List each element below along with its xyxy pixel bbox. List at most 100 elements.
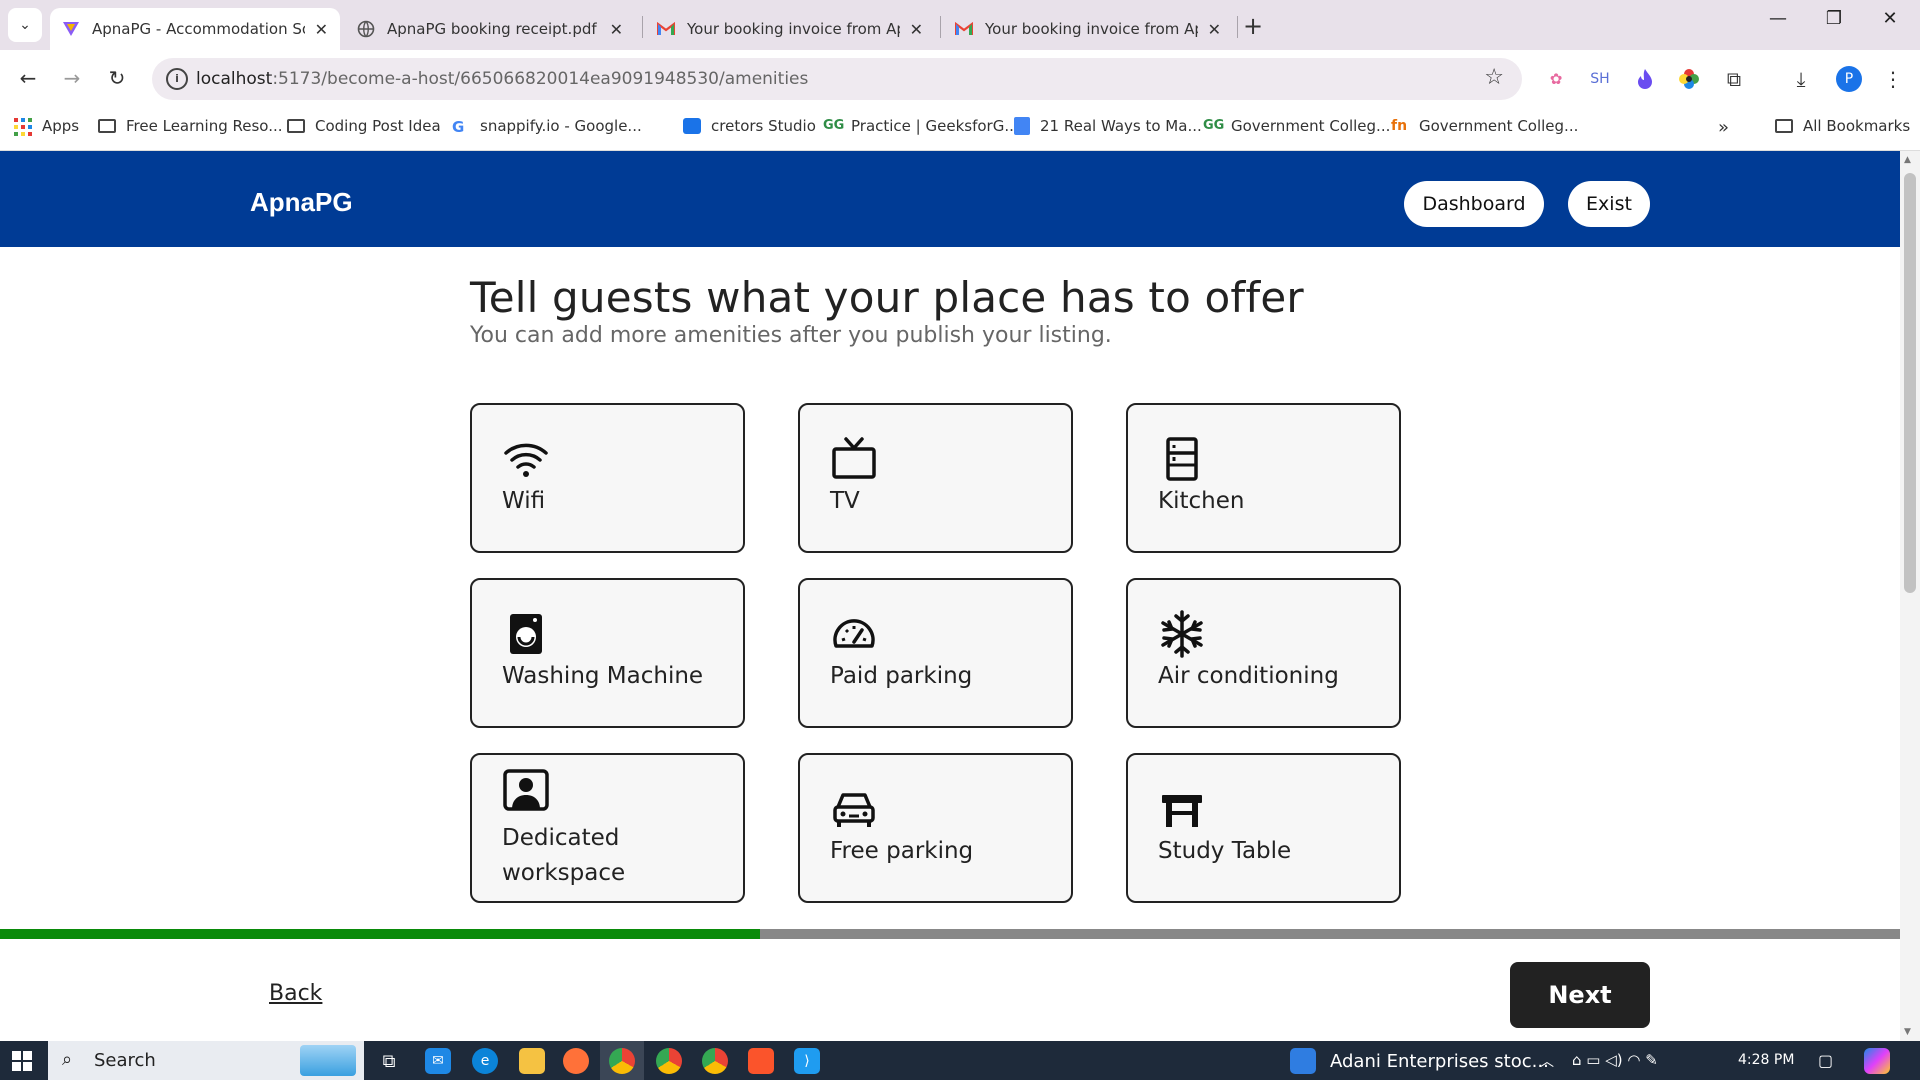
tab-bar: ⌄ ApnaPG - Accommodation Solu ✕ ApnaPG b… (0, 0, 1920, 50)
lotus-extension-icon[interactable]: ✿ (1543, 66, 1569, 92)
bookmark-cretors-studio[interactable]: cretors Studio (683, 117, 816, 135)
close-tab-icon[interactable]: ✕ (910, 20, 923, 39)
puzzle-extensions-icon[interactable]: ⧉ (1721, 66, 1747, 92)
bookmark-snappify[interactable]: G snappify.io - Google... (452, 117, 642, 136)
bookmark-free-learning[interactable]: Free Learning Reso... (98, 117, 283, 135)
back-arrow-icon[interactable]: ← (14, 64, 42, 92)
bookmark-label: Practice | GeeksforG... (851, 117, 1019, 135)
bookmark-star-icon[interactable]: ☆ (1484, 65, 1504, 90)
tab-invoice-1[interactable]: Your booking invoice from Apn ✕ (645, 8, 935, 50)
app-logo[interactable]: ApnaPG (250, 187, 353, 218)
tab-title: Your booking invoice from Apn (985, 20, 1198, 38)
bookmark-label: Free Learning Reso... (126, 117, 283, 135)
edge-icon[interactable]: e (472, 1048, 498, 1074)
flame-extension-icon[interactable] (1632, 66, 1658, 92)
tray-chevron-icon[interactable]: ︿ (1540, 1051, 1554, 1071)
close-window-icon[interactable]: ✕ (1870, 8, 1910, 29)
gmail-icon (955, 20, 973, 38)
task-view-icon[interactable]: ⧉ (376, 1048, 402, 1074)
scroll-up-icon[interactable]: ▲ (1904, 155, 1911, 165)
minimize-icon[interactable]: — (1758, 8, 1798, 29)
sh-extension-icon[interactable]: SH (1587, 66, 1613, 92)
car-icon (833, 793, 875, 827)
profile-avatar[interactable]: P (1836, 66, 1862, 92)
workspace-icon (503, 769, 549, 811)
more-bookmarks-chevron-icon[interactable]: » (1718, 117, 1729, 138)
windows-start-icon[interactable] (12, 1051, 32, 1071)
restore-icon[interactable]: ❐ (1814, 8, 1854, 29)
file-explorer-icon[interactable] (519, 1048, 545, 1074)
download-icon[interactable]: ⤓ (1788, 66, 1814, 92)
close-tab-icon[interactable]: ✕ (315, 20, 328, 39)
new-tab-button[interactable]: + (1243, 12, 1263, 40)
tab-apnapg[interactable]: ApnaPG - Accommodation Solu ✕ (50, 8, 340, 50)
firefox-icon[interactable] (563, 1048, 589, 1074)
kitchen-icon (1166, 437, 1198, 481)
bookmark-government-college-2[interactable]: fn Government Colleg... (1391, 117, 1578, 135)
chrome-icon[interactable] (609, 1048, 635, 1074)
bookmark-government-college-1[interactable]: GG Government Colleg... (1203, 117, 1390, 135)
back-link[interactable]: Back (269, 981, 322, 1006)
tab-search-button[interactable]: ⌄ (8, 8, 42, 42)
url-text[interactable]: localhost:5173/become-a-host/66506682001… (196, 69, 808, 89)
amenity-card-paid-parking[interactable]: Paid parking (798, 578, 1073, 728)
notification-icon[interactable]: ▢ (1818, 1051, 1833, 1070)
exit-button[interactable]: Exist (1568, 181, 1650, 227)
page-title: Tell guests what your place has to offer (470, 273, 1304, 322)
bookmark-geeksforgeeks[interactable]: GG Practice | GeeksforG... (823, 117, 1019, 135)
amenity-card-tv[interactable]: TV (798, 403, 1073, 553)
amenity-card-kitchen[interactable]: Kitchen (1126, 403, 1401, 553)
chrome-alt-icon[interactable] (702, 1048, 728, 1074)
amenity-card-dedicated-workspace[interactable]: Dedicated workspace (470, 753, 745, 903)
amenity-card-air-conditioning[interactable]: Air conditioning (1126, 578, 1401, 728)
bookmark-all-bookmarks[interactable]: All Bookmarks (1775, 117, 1910, 135)
brave-icon[interactable] (748, 1048, 774, 1074)
address-bar: ← → ↻ i localhost:5173/become-a-host/665… (0, 50, 1920, 107)
close-tab-icon[interactable]: ✕ (610, 20, 623, 39)
bookmark-coding-post[interactable]: Coding Post Idea (287, 117, 441, 135)
taskbar-search-label: Search (94, 1050, 156, 1071)
tray-status-icons[interactable]: ⌂ ▭ ◁) ◠ ✎ (1572, 1051, 1658, 1069)
scroll-down-icon[interactable]: ▼ (1904, 1027, 1911, 1037)
bookmark-label: snappify.io - Google... (480, 117, 642, 135)
url-omnibox[interactable]: i localhost:5173/become-a-host/665066820… (152, 58, 1522, 100)
close-tab-icon[interactable]: ✕ (1208, 20, 1221, 39)
table-icon (1162, 795, 1202, 827)
news-widget-text[interactable]: Adani Enterprises stoc... (1330, 1051, 1549, 1072)
app-header: ApnaPG Dashboard Exist (0, 151, 1900, 247)
amenity-card-washing-machine[interactable]: Washing Machine (470, 578, 745, 728)
color-wheel-extension-icon[interactable] (1676, 66, 1702, 92)
chrome-profile-icon[interactable] (656, 1048, 682, 1074)
vscode-icon[interactable]: ⟩ (794, 1048, 820, 1074)
scrollbar-thumb[interactable] (1904, 173, 1916, 593)
bookmark-21-real-ways[interactable]: 21 Real Ways to Ma... (1014, 117, 1202, 135)
amenity-card-free-parking[interactable]: Free parking (798, 753, 1073, 903)
site-info-icon[interactable]: i (166, 68, 188, 90)
forward-arrow-icon[interactable]: → (58, 64, 86, 92)
news-widget-icon[interactable] (1290, 1048, 1316, 1074)
bookmark-label: Government Colleg... (1231, 117, 1391, 135)
page-subtitle: You can add more amenities after you pub… (470, 323, 1112, 348)
search-highlight-image (300, 1045, 356, 1076)
taskbar-clock[interactable]: 4:28 PM (1738, 1052, 1794, 1068)
page-scrollbar[interactable]: ▲ ▼ (1900, 151, 1920, 1041)
amenity-card-study-table[interactable]: Study Table (1126, 753, 1401, 903)
kebab-menu-icon[interactable]: ⋮ (1880, 66, 1906, 92)
amenity-label: Air conditioning (1158, 663, 1339, 689)
dashboard-button[interactable]: Dashboard (1404, 181, 1544, 227)
copilot-icon[interactable] (1864, 1048, 1890, 1074)
amenity-card-wifi[interactable]: Wifi (470, 403, 745, 553)
amenity-label: Study Table (1158, 838, 1292, 864)
bookmark-label: 21 Real Ways to Ma... (1040, 117, 1202, 135)
taskbar-search[interactable]: ⌕ Search (48, 1041, 364, 1080)
amenity-label: Wifi (502, 488, 546, 514)
bookmark-label: cretors Studio (711, 117, 816, 135)
tab-invoice-2[interactable]: Your booking invoice from Apn ✕ (943, 8, 1233, 50)
tab-receipt-pdf[interactable]: ApnaPG booking receipt.pdf ✕ (345, 8, 635, 50)
reload-icon[interactable]: ↻ (103, 64, 131, 92)
bookmark-apps[interactable]: Apps (14, 117, 79, 136)
mail-icon[interactable]: ✉ (425, 1048, 451, 1074)
next-button[interactable]: Next (1510, 962, 1650, 1028)
apnapg-logo-icon (62, 20, 80, 38)
tab-separator (1237, 16, 1238, 38)
